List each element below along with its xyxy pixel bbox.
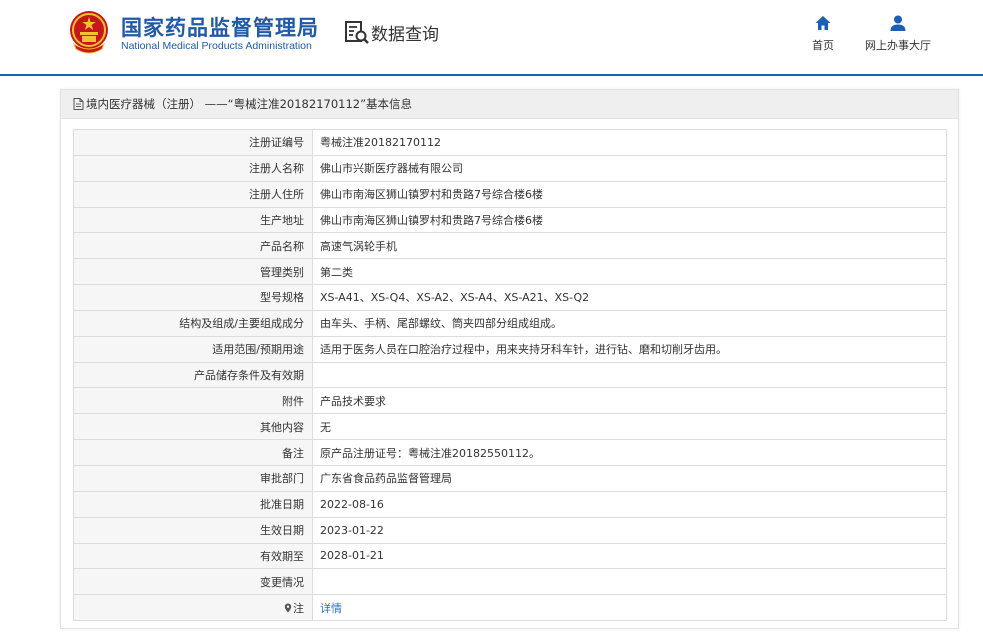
table-row: 产品储存条件及有效期 xyxy=(73,361,947,389)
row-label: 备注 xyxy=(73,439,313,466)
table-row: 注册证编号 粤械注准20182170112 xyxy=(73,129,947,156)
row-value: 第二类 xyxy=(312,258,947,286)
query-title-text: 数据查询 xyxy=(371,24,439,45)
note-label: 注 xyxy=(293,601,304,615)
table-row: 适用范围/预期用途 适用于医务人员在口腔治疗过程中，用来夹持牙科车针，进行钻、磨和… xyxy=(73,335,947,363)
row-value: 佛山市兴斯医疗器械有限公司 xyxy=(312,154,947,182)
row-value: 粤械注准20182170112 xyxy=(312,129,947,156)
row-label: 注册证编号 xyxy=(73,129,313,156)
row-value: 广东省食品药品监督管理局 xyxy=(312,464,947,492)
home-icon xyxy=(815,16,831,30)
search-document-icon xyxy=(345,21,369,44)
nav-hall-label: 网上办事大厅 xyxy=(865,39,931,52)
row-value: 由车头、手柄、尾部螺纹、筒夹四部分组成组成。 xyxy=(312,309,947,337)
row-value: 2028-01-21 xyxy=(312,542,947,570)
row-value-note: 详情 xyxy=(312,594,947,622)
row-label: 有效期至 xyxy=(73,542,313,570)
table-row: 型号规格 XS-A41、XS-Q4、XS-A2、XS-A4、XS-A21、XS-Q… xyxy=(73,284,947,311)
row-label: 审批部门 xyxy=(73,464,313,492)
table-row: 附件 产品技术要求 xyxy=(73,387,947,415)
details-link[interactable]: 详情 xyxy=(320,602,342,615)
table-row: 结构及组成/主要组成成分 由车头、手柄、尾部螺纹、筒夹四部分组成组成。 xyxy=(73,309,947,337)
table-row: 生效日期 2023-01-22 xyxy=(73,516,947,544)
table-row: 注册人名称 佛山市兴斯医疗器械有限公司 xyxy=(73,154,947,182)
row-value: 无 xyxy=(312,413,947,441)
header-divider xyxy=(0,74,983,76)
row-label: 结构及组成/主要组成成分 xyxy=(73,309,313,337)
table-row-note: 注 详情 xyxy=(73,594,947,622)
row-label: 管理类别 xyxy=(73,258,313,286)
row-label: 批准日期 xyxy=(73,490,313,518)
row-value xyxy=(312,361,947,389)
document-icon xyxy=(73,98,84,110)
row-value: 2023-01-22 xyxy=(312,516,947,544)
table-row: 注册人住所 佛山市南海区狮山镇罗村和贵路7号综合楼6楼 xyxy=(73,180,947,208)
row-value: 佛山市南海区狮山镇罗村和贵路7号综合楼6楼 xyxy=(312,206,947,234)
table-row: 生产地址 佛山市南海区狮山镇罗村和贵路7号综合楼6楼 xyxy=(73,206,947,234)
user-icon xyxy=(890,15,906,31)
row-value: XS-A41、XS-Q4、XS-A2、XS-A4、XS-A21、XS-Q2 xyxy=(312,284,947,311)
nav-home[interactable]: 首页 xyxy=(808,14,838,53)
org-name-cn: 国家药品监督管理局 xyxy=(121,16,319,40)
row-label: 型号规格 xyxy=(73,284,313,311)
row-value: 高速气涡轮手机 xyxy=(312,232,947,260)
row-value: 适用于医务人员在口腔治疗过程中，用来夹持牙科车针，进行钻、磨和切削牙齿用。 xyxy=(312,335,947,363)
row-label: 生产地址 xyxy=(73,206,313,234)
row-label: 产品名称 xyxy=(73,232,313,260)
table-row: 有效期至 2028-01-21 xyxy=(73,542,947,570)
row-value: 产品技术要求 xyxy=(312,387,947,415)
national-emblem-logo xyxy=(70,11,108,54)
row-label: 适用范围/预期用途 xyxy=(73,335,313,363)
row-value: 原产品注册证号：粤械注准20182550112。 xyxy=(312,439,947,466)
table-row: 产品名称 高速气涡轮手机 xyxy=(73,232,947,260)
org-name-en: National Medical Products Administration xyxy=(121,40,312,52)
table-row: 变更情况 xyxy=(73,568,947,596)
row-label: 生效日期 xyxy=(73,516,313,544)
row-label: 注册人名称 xyxy=(73,154,313,182)
data-query-title: 数据查询 xyxy=(344,19,439,45)
nav-home-label: 首页 xyxy=(812,39,834,52)
table-row: 管理类别 第二类 xyxy=(73,258,947,286)
row-value: 2022-08-16 xyxy=(312,490,947,518)
registration-info-table: 注册证编号 粤械注准20182170112 注册人名称 佛山市兴斯医疗器械有限公司 注册… xyxy=(73,129,947,622)
panel-title: 境内医疗器械（注册） ——“粤械注准20182170112”基本信息 xyxy=(86,97,413,111)
panel-header: 境内医疗器械（注册） ——“粤械注准20182170112”基本信息 xyxy=(61,90,958,119)
detail-panel: 境内医疗器械（注册） ——“粤械注准20182170112”基本信息 注册证编号… xyxy=(60,89,959,629)
row-label: 注册人住所 xyxy=(73,180,313,208)
row-value: 佛山市南海区狮山镇罗村和贵路7号综合楼6楼 xyxy=(312,180,947,208)
row-label: 变更情况 xyxy=(73,568,313,596)
row-label: 其他内容 xyxy=(73,413,313,441)
table-row: 其他内容无 xyxy=(73,413,947,441)
row-label: 附件 xyxy=(73,387,313,415)
table-row: 审批部门 广东省食品药品监督管理局 xyxy=(73,464,947,492)
row-value xyxy=(312,568,947,596)
site-header: 国家药品监督管理局 National Medical Products Admi… xyxy=(0,0,983,74)
table-row: 备注 原产品注册证号：粤械注准20182550112。 xyxy=(73,439,947,466)
row-label: 产品储存条件及有效期 xyxy=(73,361,313,389)
table-row: 批准日期 2022-08-16 xyxy=(73,490,947,518)
row-label-note: 注 xyxy=(73,594,313,622)
pin-icon xyxy=(284,603,292,613)
nav-online-service-hall[interactable]: 网上办事大厅 xyxy=(862,14,934,53)
